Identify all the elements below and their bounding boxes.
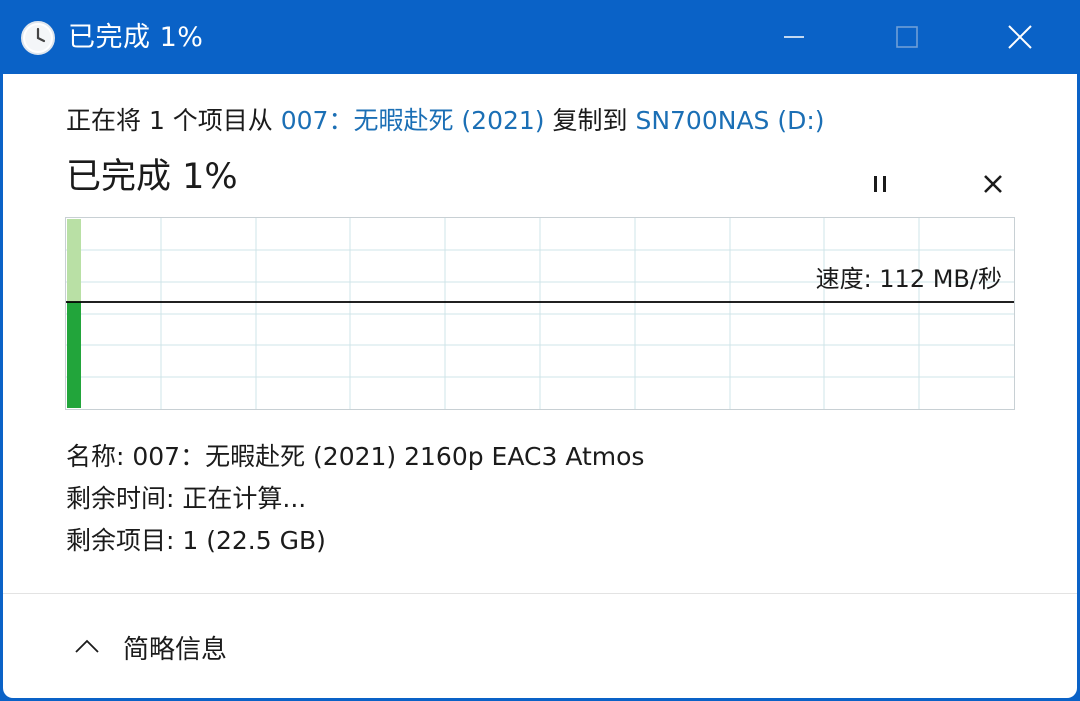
clock-icon: [20, 20, 56, 56]
items-remaining-row: 剩余项目: 1 (22.5 GB): [66, 524, 326, 558]
maximize-icon: [896, 26, 918, 48]
progress-fill-light: [67, 219, 81, 303]
progress-fill-dark: [67, 302, 81, 408]
items-remaining-value: 1 (22.5 GB): [182, 526, 326, 555]
footer-divider: [3, 593, 1077, 594]
pause-button[interactable]: [859, 162, 903, 206]
items-remaining-label: 剩余项目:: [66, 526, 183, 555]
time-remaining-value: 正在计算...: [182, 484, 307, 513]
time-remaining-label: 剩余时间:: [66, 484, 183, 513]
progress-title: 已完成 1%: [66, 157, 238, 197]
cancel-button[interactable]: [971, 162, 1015, 206]
copy-prefix: 正在将 1 个项目从: [66, 106, 281, 135]
title-bar[interactable]: 已完成 1%: [0, 0, 1080, 74]
time-remaining-row: 剩余时间: 正在计算...: [66, 482, 306, 516]
source-link[interactable]: 007：无暇赴死 (2021): [281, 106, 545, 135]
file-name-label: 名称:: [66, 442, 133, 471]
minimize-button[interactable]: [764, 14, 824, 60]
speed-label: 速度: 112 MB/秒: [815, 265, 1002, 293]
copy-description: 正在将 1 个项目从 007：无暇赴死 (2021) 复制到 SN700NAS …: [66, 104, 825, 138]
speed-graph-canvas: [66, 218, 1014, 409]
file-name-row: 名称: 007：无暇赴死 (2021) 2160p EAC3 Atmos: [66, 440, 644, 474]
minimize-icon: [784, 36, 804, 38]
copy-dialog-body: 正在将 1 个项目从 007：无暇赴死 (2021) 复制到 SN700NAS …: [3, 74, 1077, 698]
chevron-up-icon: [75, 639, 99, 653]
fewer-details-label: 简略信息: [123, 635, 228, 665]
window-title: 已完成 1%: [68, 22, 204, 53]
destination-link[interactable]: SN700NAS (D:): [635, 106, 824, 135]
file-name-value: 007：无暇赴死 (2021) 2160p EAC3 Atmos: [132, 442, 645, 471]
copy-middle: 复制到: [544, 106, 636, 135]
close-icon: [1008, 25, 1032, 49]
maximize-button[interactable]: [877, 14, 937, 60]
cancel-icon: [984, 175, 1002, 193]
close-button[interactable]: [990, 14, 1050, 60]
pause-icon: [874, 176, 886, 192]
transfer-speed-graph: 速度: 112 MB/秒: [65, 217, 1015, 410]
